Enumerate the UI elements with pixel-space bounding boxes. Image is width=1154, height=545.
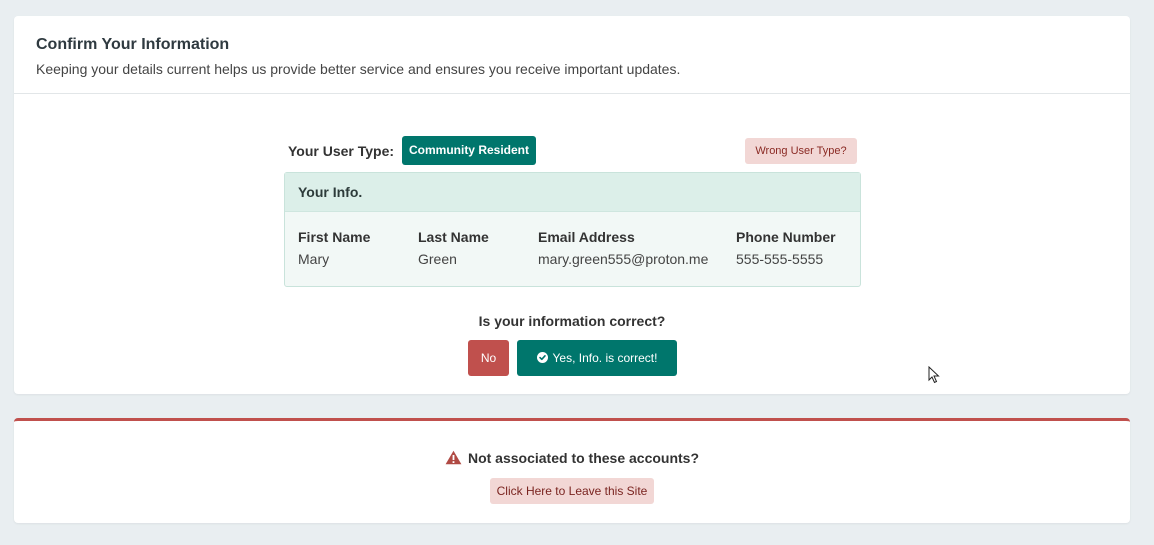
confirm-question: Is your information correct? <box>478 313 666 329</box>
last-name-header: Last Name <box>418 229 489 245</box>
not-associated-card: Not associated to these accounts? Click … <box>14 418 1130 523</box>
yes-button-label: Yes, Info. is correct! <box>552 351 658 365</box>
phone-field: Phone Number 555-555-5555 <box>736 229 836 267</box>
leave-site-button[interactable]: Click Here to Leave this Site <box>490 478 654 504</box>
wrong-user-type-button[interactable]: Wrong User Type? <box>745 138 857 164</box>
confirm-info-card: Confirm Your Information Keeping your de… <box>14 16 1130 394</box>
no-button[interactable]: No <box>468 340 509 376</box>
user-info-panel: Your Info. First Name Mary Last Name Gre… <box>284 172 861 287</box>
first-name-header: First Name <box>298 229 371 245</box>
first-name-field: First Name Mary <box>298 229 370 267</box>
email-value: mary.green555@proton.me <box>538 251 709 267</box>
email-field: Email Address mary.green555@proton.me <box>538 229 708 267</box>
info-panel-title: Your Info. <box>285 173 860 212</box>
page-title: Confirm Your Information <box>36 36 230 53</box>
user-type-badge: Community Resident <box>402 136 536 165</box>
page-subtitle: Keeping your details current helps us pr… <box>36 61 681 77</box>
user-type-label: Your User Type: <box>288 143 395 159</box>
warning-text: Not associated to these accounts? <box>467 450 700 466</box>
phone-header: Phone Number <box>736 229 836 245</box>
first-name-value: Mary <box>298 251 330 267</box>
check-circle-icon <box>536 352 548 363</box>
warning-triangle-icon <box>445 450 462 468</box>
mouse-cursor-icon <box>928 365 940 389</box>
email-header: Email Address <box>538 229 635 245</box>
card-header: Confirm Your Information Keeping your de… <box>14 16 1130 94</box>
last-name-field: Last Name Green <box>418 229 489 267</box>
last-name-value: Green <box>418 251 457 267</box>
phone-value: 555-555-5555 <box>736 251 824 267</box>
yes-correct-button[interactable]: Yes, Info. is correct! <box>517 340 677 376</box>
warning-row: Not associated to these accounts? <box>14 450 1130 468</box>
